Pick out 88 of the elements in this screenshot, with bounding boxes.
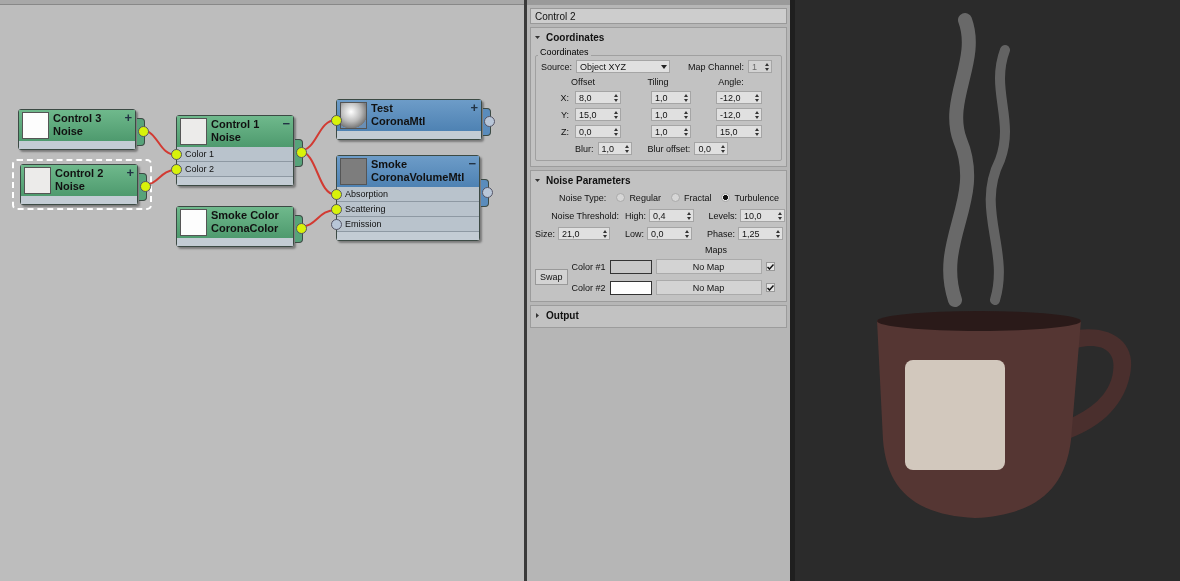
spinner-icon[interactable]	[776, 229, 780, 238]
spinner-icon[interactable]	[684, 110, 688, 119]
color-swatch[interactable]	[609, 280, 652, 295]
node-title: Smoke	[371, 158, 409, 171]
spinner-field[interactable]: 1,0	[651, 125, 691, 138]
spinner-icon[interactable]	[755, 110, 759, 119]
socket-dot[interactable]	[296, 147, 307, 158]
spinner-field[interactable]: 0,4	[649, 209, 694, 222]
rollout-header[interactable]: Noise Parameters	[535, 174, 782, 187]
radio-option[interactable]: Fractal	[670, 192, 712, 203]
color-swatch[interactable]	[609, 259, 652, 274]
socket-dot[interactable]	[296, 223, 307, 234]
input-slot: Absorption	[337, 187, 479, 202]
node-type: Noise	[53, 125, 84, 138]
rollout-panel: Noise Parameters Noise Type: Regular Fractal Turbulence Noise Threshold: High: 0,4 Levels: 10,0 Size: 21,0 Low: 0,0 Phase: 1,25 Maps Swap Color #1 No Map Color #2 No Map	[530, 170, 787, 302]
socket-dot[interactable]	[140, 181, 151, 192]
graph-node[interactable]: Control 2 Noise +	[12, 159, 152, 210]
name-field[interactable]: Control 2	[530, 8, 787, 24]
node-title: Control 2	[55, 167, 105, 180]
node-title: Control 3	[53, 112, 103, 125]
spinner-icon[interactable]	[755, 127, 759, 136]
spinner-field[interactable]: 0,0	[647, 227, 692, 240]
node-title: Test	[371, 102, 394, 115]
socket-dot[interactable]	[482, 187, 493, 198]
spinner-icon[interactable]	[603, 229, 607, 238]
node-type: Noise	[55, 180, 86, 193]
toggle-button[interactable]: +	[470, 102, 478, 114]
check-icon	[766, 284, 774, 291]
spinner-field[interactable]: 10,0	[740, 209, 785, 222]
node-type: CoronaVolumeMtl	[371, 171, 465, 184]
source-dropdown[interactable]: Object XYZ	[576, 60, 671, 73]
collapse-arrow-icon[interactable]	[535, 313, 540, 318]
node-type: CoronaColor	[211, 222, 280, 235]
radio-option[interactable]: Regular	[616, 192, 661, 203]
map-button[interactable]: No Map	[655, 259, 762, 274]
socket-dot[interactable]	[484, 116, 495, 127]
spinner-icon[interactable]	[778, 211, 782, 220]
socket-dot[interactable]	[138, 126, 149, 137]
socket-dot[interactable]	[171, 164, 182, 175]
spinner-icon[interactable]	[755, 93, 759, 102]
spinner-icon[interactable]	[684, 127, 688, 136]
expand-arrow-icon[interactable]	[535, 35, 540, 40]
spinner-icon[interactable]	[687, 211, 691, 220]
socket-dot[interactable]	[331, 115, 342, 126]
spinner-icon[interactable]	[614, 93, 618, 102]
spinner-icon[interactable]	[624, 144, 629, 153]
input-slot: Scattering	[337, 202, 479, 217]
toggle-button[interactable]: +	[124, 112, 132, 124]
spinner-field[interactable]: -12,0	[716, 91, 762, 104]
spinner-icon[interactable]	[614, 110, 618, 119]
radio-option[interactable]: Turbulence	[721, 192, 780, 203]
input-slot: Color 1	[177, 147, 293, 162]
toggle-button[interactable]: −	[468, 158, 476, 170]
toggle-button[interactable]: −	[282, 118, 290, 130]
socket-dot[interactable]	[331, 219, 342, 230]
socket-dot[interactable]	[331, 204, 342, 215]
socket-dot[interactable]	[171, 149, 182, 160]
spinner-field[interactable]: 0,0	[575, 125, 621, 138]
toggle-button[interactable]: +	[126, 167, 134, 179]
spinner-field[interactable]: 1,0	[651, 91, 691, 104]
swap-button[interactable]: Swap	[535, 269, 568, 285]
spinner-icon[interactable]	[685, 229, 689, 238]
node-type: CoronaMtl	[371, 115, 427, 128]
spinner-icon[interactable]	[721, 144, 726, 153]
rollout-header[interactable]: Coordinates	[535, 31, 782, 44]
node-title: Control 1	[211, 118, 261, 131]
caret-icon	[661, 64, 668, 69]
spinner-field[interactable]: 1,0	[597, 142, 632, 155]
spinner-field[interactable]: 21,0	[558, 227, 610, 240]
node-type: Noise	[211, 131, 242, 144]
map-button[interactable]: No Map	[655, 280, 762, 295]
group-label: Coordinates	[538, 47, 591, 57]
spinner-field[interactable]: 1,25	[738, 227, 783, 240]
node-title: Smoke Color	[211, 209, 280, 222]
spinner-field[interactable]: 8,0	[575, 91, 621, 104]
spinner-field[interactable]: 15,0	[575, 108, 621, 121]
socket-dot[interactable]	[331, 189, 342, 200]
rollout-header[interactable]: Output	[535, 309, 782, 322]
expand-arrow-icon[interactable]	[535, 178, 540, 183]
spinner-icon[interactable]	[684, 93, 688, 102]
checkbox[interactable]	[765, 283, 775, 292]
spinner-icon[interactable]	[614, 127, 618, 136]
spinner-field[interactable]: 1,0	[651, 108, 691, 121]
checkbox[interactable]	[765, 262, 775, 271]
spinner-field[interactable]: -12,0	[716, 108, 762, 121]
spinner-field[interactable]: 15,0	[716, 125, 762, 138]
spinner-field[interactable]: 0,0	[694, 142, 729, 155]
check-icon	[766, 263, 774, 270]
